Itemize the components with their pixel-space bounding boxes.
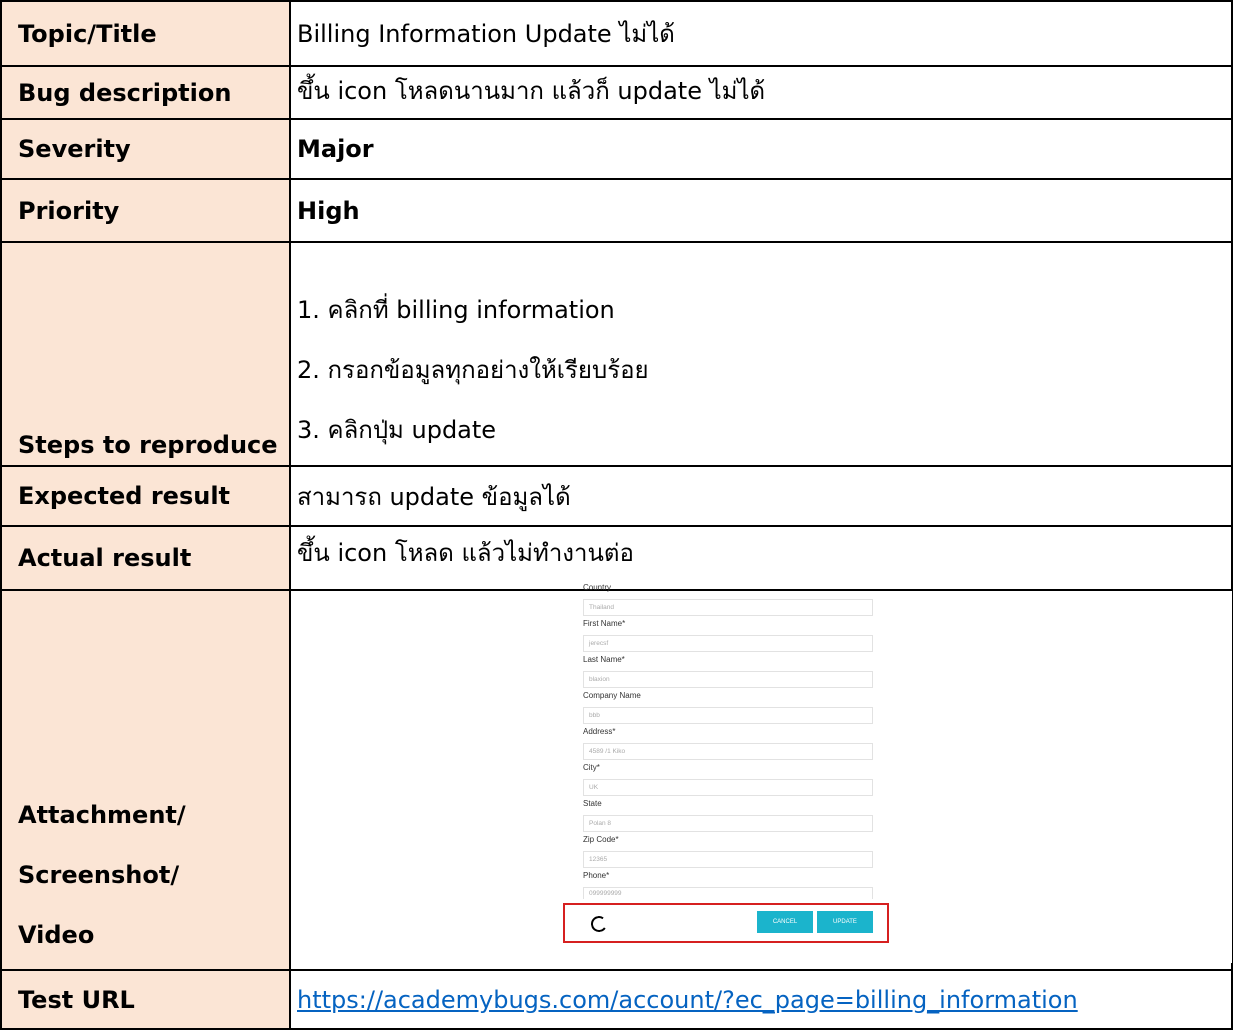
topic-value: Billing Information Update ไม่ได้ <box>291 0 1233 67</box>
cancel-button[interactable]: CANCEL <box>757 911 813 933</box>
field-input: blaxion <box>583 671 873 688</box>
field-label: Last Name* <box>583 655 625 664</box>
field-label: City* <box>583 763 600 772</box>
test-url-label: Test URL <box>0 969 291 1030</box>
step-item: 1. คลิกที่ billing information <box>297 295 615 324</box>
row-description: Bug description ขึ้น icon โหลดนานมาก แล้… <box>0 65 1233 120</box>
field-label: Company Name <box>583 691 641 700</box>
field-input: Polan 8 <box>583 815 873 832</box>
row-attachment: Attachment/ Screenshot/ Video Country Th… <box>0 583 1233 971</box>
field-input: Thailand <box>583 599 873 616</box>
description-value: ขึ้น icon โหลดนานมาก แล้วก็ update ไม่ได… <box>291 65 1233 120</box>
attachment-label-line: Screenshot/ <box>18 861 180 889</box>
attachment-label-line: Attachment/ <box>18 801 186 829</box>
row-severity: Severity Major <box>0 118 1233 180</box>
attachment-label-line: Video <box>18 921 95 949</box>
bug-report-table: Topic/Title Billing Information Update ไ… <box>0 0 1233 1030</box>
row-topic: Topic/Title Billing Information Update ไ… <box>0 0 1233 67</box>
priority-label: Priority <box>0 178 291 243</box>
field-input: jerecsf <box>583 635 873 652</box>
field-label: Zip Code* <box>583 835 619 844</box>
steps-list: 1. คลิกที่ billing information 2. กรอกข้… <box>291 241 1233 467</box>
field-input: UK <box>583 779 873 796</box>
step-item: 3. คลิกปุ่ม update <box>297 415 497 444</box>
field-label: State <box>583 799 602 808</box>
attachment-cell: Country Thailand First Name* jerecsf Las… <box>291 583 1233 971</box>
field-input: 099999999 <box>583 887 873 899</box>
expected-value: สามารถ update ข้อมูลได้ <box>291 465 1233 527</box>
test-url-link[interactable]: https://academybugs.com/account/?ec_page… <box>297 986 1078 1014</box>
field-label: Phone* <box>583 871 610 880</box>
actual-value: ขึ้น icon โหลด แล้วไม่ทำงานต่อ <box>291 525 1233 591</box>
row-expected: Expected result สามารถ update ข้อมูลได้ <box>0 465 1233 527</box>
field-label: Country <box>583 583 612 592</box>
row-steps: Steps to reproduce 1. คลิกที่ billing in… <box>0 241 1233 467</box>
row-actual: Actual result ขึ้น icon โหลด แล้วไม่ทำงา… <box>0 525 1233 591</box>
field-label: First Name* <box>583 619 626 628</box>
priority-value: High <box>291 178 1233 243</box>
test-url-cell: https://academybugs.com/account/?ec_page… <box>291 969 1233 1030</box>
actual-label: Actual result <box>0 525 291 591</box>
topic-label: Topic/Title <box>0 0 291 67</box>
field-input: bbb <box>583 707 873 724</box>
field-label: Address* <box>583 727 616 736</box>
attachment-label: Attachment/ Screenshot/ Video <box>0 589 291 971</box>
expected-label: Expected result <box>0 465 291 527</box>
severity-value: Major <box>291 118 1233 180</box>
row-priority: Priority High <box>0 178 1233 243</box>
field-input: 4589 /1 Kiko <box>583 743 873 760</box>
update-button[interactable]: UPDATE <box>817 911 873 933</box>
attachment-screenshot: Country Thailand First Name* jerecsf Las… <box>291 583 1232 963</box>
steps-label: Steps to reproduce <box>0 241 291 467</box>
description-label: Bug description <box>0 65 291 120</box>
step-item: 2. กรอกข้อมูลทุกอย่างให้เรียบร้อย <box>297 355 649 384</box>
field-input: 12365 <box>583 851 873 868</box>
severity-label: Severity <box>0 118 291 180</box>
row-test-url: Test URL https://academybugs.com/account… <box>0 969 1233 1030</box>
